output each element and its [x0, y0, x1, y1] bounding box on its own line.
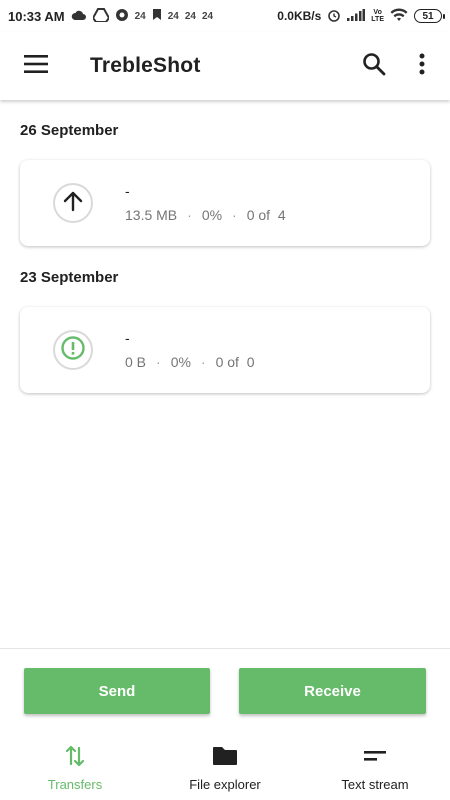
more-vert-icon: [419, 53, 425, 80]
volte-indicator: Vo LTE: [371, 9, 384, 23]
nav-label: Transfers: [47, 777, 103, 792]
transfer-list: 26 September - 13.5 MB · 0% · 0 of 4 23 …: [0, 100, 450, 648]
arrow-up-icon: [62, 190, 84, 217]
folder-icon: [212, 743, 238, 769]
wifi-icon: [390, 7, 408, 25]
notif-count: 24: [167, 10, 179, 22]
transfer-meta: 0 B · 0% · 0 of 0: [125, 354, 255, 370]
menu-icon: [24, 54, 48, 78]
nav-label: Text stream: [341, 777, 409, 792]
transfer-count: 0 of 4: [246, 207, 286, 223]
status-left: 10:33 AM 24 24 24 24: [8, 7, 214, 25]
volte-top: Vo: [373, 9, 382, 16]
separator-dot: ·: [156, 354, 161, 370]
app-title: TrebleShot: [90, 54, 201, 77]
cloud-icon: [71, 9, 87, 24]
drive-icon: [91, 7, 110, 25]
transfer-meta: 13.5 MB · 0% · 0 of 4: [125, 207, 286, 223]
send-button[interactable]: Send: [24, 668, 210, 714]
transfer-name: -: [125, 183, 130, 199]
bottom-navigation: Transfers File explorer Text stream: [0, 737, 450, 800]
separator-dot: ·: [232, 207, 237, 223]
section-header-date: 23 September: [20, 269, 119, 286]
transfer-size: 0 B: [125, 354, 147, 370]
transfer-size: 13.5 MB: [125, 207, 178, 223]
network-speed: 0.0KB/s: [277, 9, 322, 23]
volte-bottom: LTE: [371, 16, 384, 23]
transfer-card[interactable]: - 0 B · 0% · 0 of 0: [20, 307, 430, 393]
bottom-panel: Send Receive Transfers File explorer Tex…: [0, 648, 450, 800]
notif-count: 24: [184, 10, 196, 22]
receive-button[interactable]: Receive: [239, 668, 426, 714]
nav-item-transfers[interactable]: Transfers: [0, 737, 150, 800]
status-time: 10:33 AM: [8, 8, 65, 24]
transfer-info: - 0 B · 0% · 0 of 0: [125, 330, 255, 370]
transfer-count: 0 of 0: [215, 354, 255, 370]
transfer-status-icon: [53, 183, 93, 223]
battery-indicator: 51: [414, 9, 445, 23]
separator-dot: ·: [200, 354, 206, 370]
search-button[interactable]: [350, 42, 398, 90]
transfer-status-icon: [53, 330, 93, 370]
signal-icon: [347, 8, 366, 24]
bookmark-icon: [152, 8, 162, 24]
nav-item-text-stream[interactable]: Text stream: [300, 737, 450, 800]
status-bar: 10:33 AM 24 24 24 24 0.0KB/s Vo LTE 51: [0, 0, 450, 32]
alarm-icon: [327, 8, 341, 25]
more-options-button[interactable]: [398, 42, 446, 90]
app-bar-actions: [350, 42, 446, 90]
transfer-name: -: [125, 330, 130, 346]
alert-circle-icon: [60, 335, 86, 366]
nav-item-file-explorer[interactable]: File explorer: [150, 737, 300, 800]
separator-dot: ·: [187, 207, 192, 223]
swap-vert-icon: [65, 743, 85, 769]
transfer-card[interactable]: - 13.5 MB · 0% · 0 of 4: [20, 160, 430, 246]
nav-label: File explorer: [189, 777, 261, 792]
menu-button[interactable]: [12, 42, 60, 90]
short-text-icon: [364, 743, 386, 769]
status-right: 0.0KB/s Vo LTE 51: [277, 7, 445, 25]
transfer-progress: 0%: [170, 354, 191, 370]
transfer-progress: 0%: [201, 207, 223, 223]
notif-count: 24: [201, 10, 214, 22]
chrome-icon: [115, 8, 129, 25]
notif-count: 24: [134, 10, 146, 22]
search-icon: [362, 52, 386, 81]
app-bar: TrebleShot: [0, 32, 450, 100]
transfer-info: - 13.5 MB · 0% · 0 of 4: [125, 183, 286, 223]
section-header-date: 26 September: [20, 122, 119, 139]
